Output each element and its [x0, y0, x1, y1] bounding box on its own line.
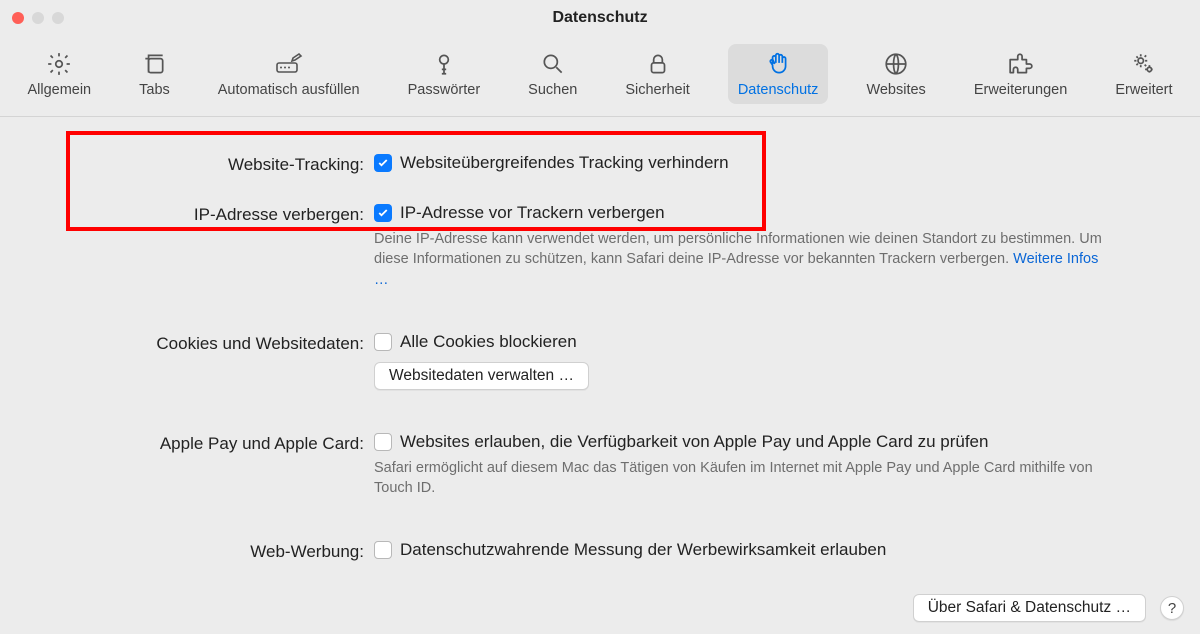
option-block-cookies: Alle Cookies blockieren	[400, 332, 577, 352]
search-icon	[539, 50, 567, 78]
label-cookies: Cookies und Websitedaten:	[40, 332, 374, 354]
tabs-icon	[140, 50, 168, 78]
traffic-lights	[12, 12, 64, 24]
lock-icon	[644, 50, 672, 78]
key-icon	[430, 50, 458, 78]
about-safari-privacy-button[interactable]: Über Safari & Datenschutz …	[913, 594, 1146, 622]
row-hide-ip: IP-Adresse verbergen: IP-Adresse vor Tra…	[40, 203, 1160, 290]
checkbox-applepay[interactable]	[374, 433, 392, 451]
tab-label: Datenschutz	[738, 82, 819, 98]
option-ad-measurement: Datenschutzwahrende Messung der Werbewir…	[400, 540, 886, 560]
tab-extensions[interactable]: Erweiterungen	[964, 44, 1078, 104]
tab-passwords[interactable]: Passwörter	[398, 44, 491, 104]
tab-search[interactable]: Suchen	[518, 44, 587, 104]
checkbox-ad-measurement[interactable]	[374, 541, 392, 559]
tab-label: Erweitert	[1115, 82, 1172, 98]
option-prevent-tracking: Websiteübergreifendes Tracking verhinder…	[400, 153, 729, 173]
manage-website-data-button[interactable]: Websitedaten verwalten …	[374, 362, 589, 390]
option-hide-ip: IP-Adresse vor Trackern verbergen	[400, 203, 665, 223]
window-titlebar: Datenschutz	[0, 0, 1200, 36]
checkbox-block-cookies[interactable]	[374, 333, 392, 351]
desc-applepay: Safari ermöglicht auf diesem Mac das Tät…	[374, 458, 1114, 499]
content-pane: Website-Tracking: Websiteübergreifendes …	[0, 117, 1200, 562]
tab-label: Allgemein	[27, 82, 91, 98]
tab-privacy[interactable]: Datenschutz	[728, 44, 829, 104]
tab-label: Erweiterungen	[974, 82, 1068, 98]
row-cookies: Cookies und Websitedaten: Alle Cookies b…	[40, 332, 1160, 390]
tab-label: Suchen	[528, 82, 577, 98]
label-applepay: Apple Pay und Apple Card:	[40, 432, 374, 454]
tab-security[interactable]: Sicherheit	[615, 44, 699, 104]
row-website-tracking: Website-Tracking: Websiteübergreifendes …	[40, 153, 1160, 175]
label-website-tracking: Website-Tracking:	[40, 153, 374, 175]
gears-icon	[1130, 50, 1158, 78]
checkbox-prevent-tracking[interactable]	[374, 154, 392, 172]
close-window-button[interactable]	[12, 12, 24, 24]
globe-icon	[882, 50, 910, 78]
tab-allgemein[interactable]: Allgemein	[17, 44, 101, 104]
tab-label: Passwörter	[408, 82, 481, 98]
label-ads: Web-Werbung:	[40, 540, 374, 562]
preferences-toolbar: Allgemein Tabs Automatisch ausfüllen Pas…	[0, 36, 1200, 117]
tab-label: Sicherheit	[625, 82, 689, 98]
row-applepay: Apple Pay und Apple Card: Websites erlau…	[40, 432, 1160, 499]
maximize-window-button[interactable]	[52, 12, 64, 24]
tab-advanced[interactable]: Erweitert	[1105, 44, 1182, 104]
help-button[interactable]: ?	[1160, 596, 1184, 620]
label-hide-ip: IP-Adresse verbergen:	[40, 203, 374, 225]
tab-tabs[interactable]: Tabs	[129, 44, 180, 104]
hand-icon	[764, 50, 792, 78]
minimize-window-button[interactable]	[32, 12, 44, 24]
puzzle-icon	[1007, 50, 1035, 78]
tab-label: Tabs	[139, 82, 170, 98]
option-applepay: Websites erlauben, die Verfügbarkeit von…	[400, 432, 988, 452]
gear-icon	[45, 50, 73, 78]
tab-label: Websites	[866, 82, 925, 98]
row-ads: Web-Werbung: Datenschutzwahrende Messung…	[40, 540, 1160, 562]
window-footer: Über Safari & Datenschutz … ?	[913, 594, 1184, 622]
pencil-field-icon	[275, 50, 303, 78]
window-title: Datenschutz	[0, 9, 1200, 27]
checkbox-hide-ip[interactable]	[374, 204, 392, 222]
tab-autofill[interactable]: Automatisch ausfüllen	[208, 44, 370, 104]
desc-hide-ip: Deine IP-Adresse kann verwendet werden, …	[374, 229, 1114, 290]
tab-label: Automatisch ausfüllen	[218, 82, 360, 98]
tab-websites[interactable]: Websites	[856, 44, 935, 104]
